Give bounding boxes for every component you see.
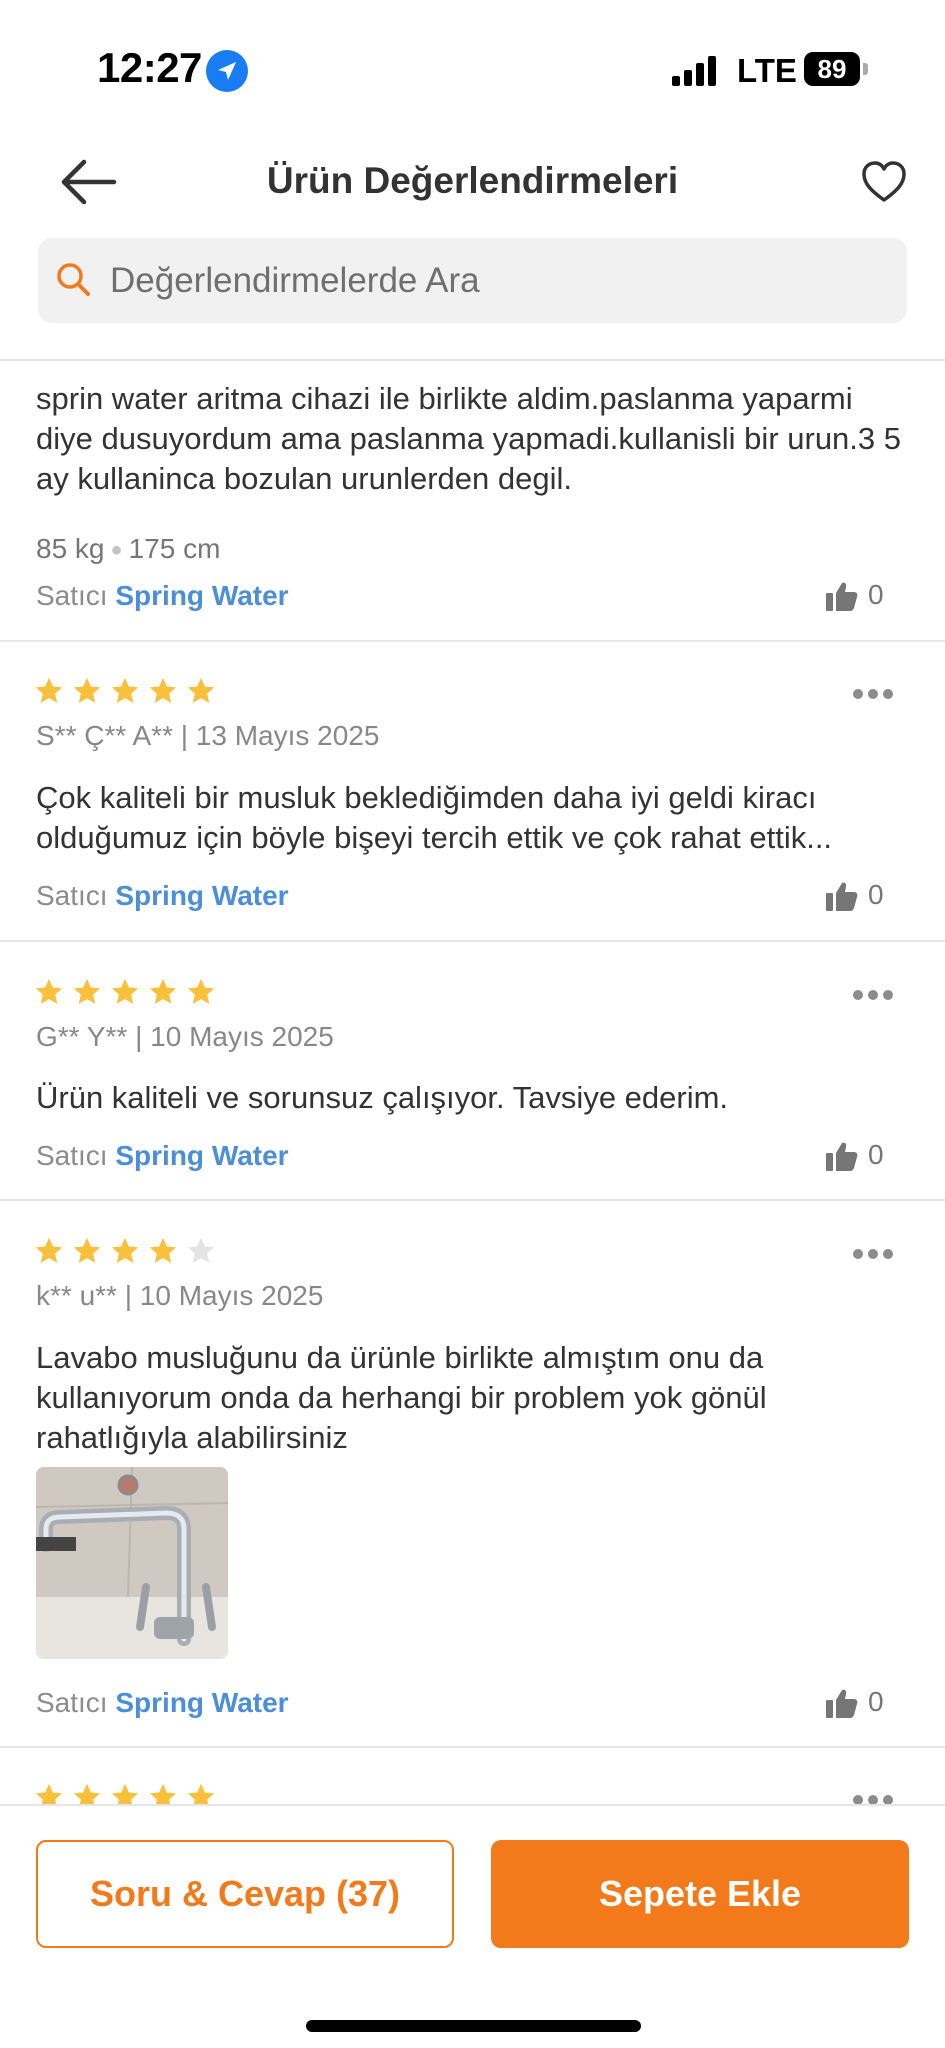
height: 175 cm xyxy=(128,533,221,564)
star-filled-icon xyxy=(34,977,64,1007)
location-arrow-icon xyxy=(206,50,248,92)
star-filled-icon xyxy=(34,1236,64,1266)
divider xyxy=(0,1199,945,1201)
review-text: sprin water aritma cihazi ile birlikte a… xyxy=(36,381,902,496)
like-count: 0 xyxy=(868,1139,884,1170)
star-filled-icon xyxy=(148,676,178,706)
header: Ürün Değerlendirmeleri xyxy=(0,140,945,230)
thumbs-up-icon xyxy=(826,582,858,611)
star-filled-icon xyxy=(186,676,216,706)
star-empty-icon xyxy=(186,1236,216,1266)
like-button[interactable]: 0 xyxy=(826,1686,906,1722)
review-text: Çok kaliteli bir musluk beklediğimden da… xyxy=(36,780,833,855)
star-filled-icon xyxy=(72,1236,102,1266)
seller-label: Satıcı xyxy=(36,1687,108,1718)
search-icon xyxy=(54,260,94,305)
like-button[interactable]: 0 xyxy=(826,579,906,615)
search-bar[interactable] xyxy=(38,238,907,323)
page-title: Ürün Değerlendirmeleri xyxy=(266,160,679,201)
battery-level: 89 xyxy=(817,54,847,84)
battery-tip xyxy=(863,63,868,75)
reviewer-name-date: k** u** | 10 Mayıs 2025 xyxy=(36,1280,324,1311)
star-filled-icon xyxy=(110,1236,140,1266)
seller-label: Satıcı xyxy=(36,880,108,911)
weight: 85 kg xyxy=(36,533,105,564)
thumbs-up-icon xyxy=(826,882,858,911)
star-filled-icon xyxy=(148,1236,178,1266)
more-options-button[interactable] xyxy=(853,987,899,1007)
star-rating xyxy=(34,1236,224,1268)
seller-link[interactable]: Spring Water xyxy=(115,1687,288,1718)
review-text: Lavabo musluğunu da ürünle birlikte almı… xyxy=(36,1340,767,1455)
status-bar: 12:27 LTE 89 xyxy=(0,0,945,130)
star-filled-icon xyxy=(110,977,140,1007)
thumbs-up-icon xyxy=(826,1689,858,1718)
divider xyxy=(0,940,945,942)
star-filled-icon xyxy=(34,676,64,706)
more-options-button[interactable] xyxy=(853,1246,899,1266)
seller-label: Satıcı xyxy=(36,1140,108,1171)
star-rating xyxy=(34,676,224,708)
seller-link[interactable]: Spring Water xyxy=(115,580,288,611)
network-type: LTE xyxy=(737,52,797,89)
star-filled-icon xyxy=(110,676,140,706)
heart-icon xyxy=(862,161,906,202)
like-button[interactable]: 0 xyxy=(826,1139,906,1175)
battery-icon: 89 xyxy=(804,52,860,86)
star-rating xyxy=(34,977,224,1009)
reviewer-body-info: 85 kg ● 175 cm xyxy=(36,533,220,565)
home-indicator xyxy=(306,2020,641,2032)
seller-info: Satıcı Spring Water xyxy=(36,1140,289,1172)
like-count: 0 xyxy=(868,879,884,910)
questions-answers-button[interactable]: Soru & Cevap (37) xyxy=(36,1840,454,1948)
seller-info: Satıcı Spring Water xyxy=(36,1687,289,1719)
cellular-signal-icon xyxy=(672,56,720,91)
review-photo[interactable] xyxy=(36,1467,228,1659)
more-options-button[interactable] xyxy=(853,686,899,706)
like-button[interactable]: 0 xyxy=(826,879,906,915)
thumbs-up-icon xyxy=(826,1142,858,1171)
separator-dot: ● xyxy=(110,539,123,562)
like-count: 0 xyxy=(868,579,884,610)
bottom-action-bar: Soru & Cevap (37) Sepete Ekle xyxy=(0,1804,945,2048)
faucet-photo-image xyxy=(36,1467,228,1659)
seller-info: Satıcı Spring Water xyxy=(36,880,289,912)
search-input[interactable] xyxy=(110,238,890,323)
star-filled-icon xyxy=(186,977,216,1007)
divider xyxy=(0,359,945,361)
star-filled-icon xyxy=(72,977,102,1007)
reviewer-name-date: S** Ç** A** | 13 Mayıs 2025 xyxy=(36,720,380,751)
review-text: Ürün kaliteli ve sorunsuz çalışıyor. Tav… xyxy=(36,1080,729,1115)
seller-label: Satıcı xyxy=(36,580,108,611)
status-time: 12:27 xyxy=(97,44,202,91)
star-filled-icon xyxy=(72,676,102,706)
divider xyxy=(0,640,945,642)
divider xyxy=(0,1746,945,1748)
seller-link[interactable]: Spring Water xyxy=(115,1140,288,1171)
like-count: 0 xyxy=(868,1686,884,1717)
favorite-button[interactable] xyxy=(860,158,908,206)
add-to-cart-button[interactable]: Sepete Ekle xyxy=(491,1840,909,1948)
seller-info: Satıcı Spring Water xyxy=(36,580,289,612)
star-filled-icon xyxy=(148,977,178,1007)
reviewer-name-date: G** Y** | 10 Mayıs 2025 xyxy=(36,1021,334,1052)
seller-link[interactable]: Spring Water xyxy=(115,880,288,911)
